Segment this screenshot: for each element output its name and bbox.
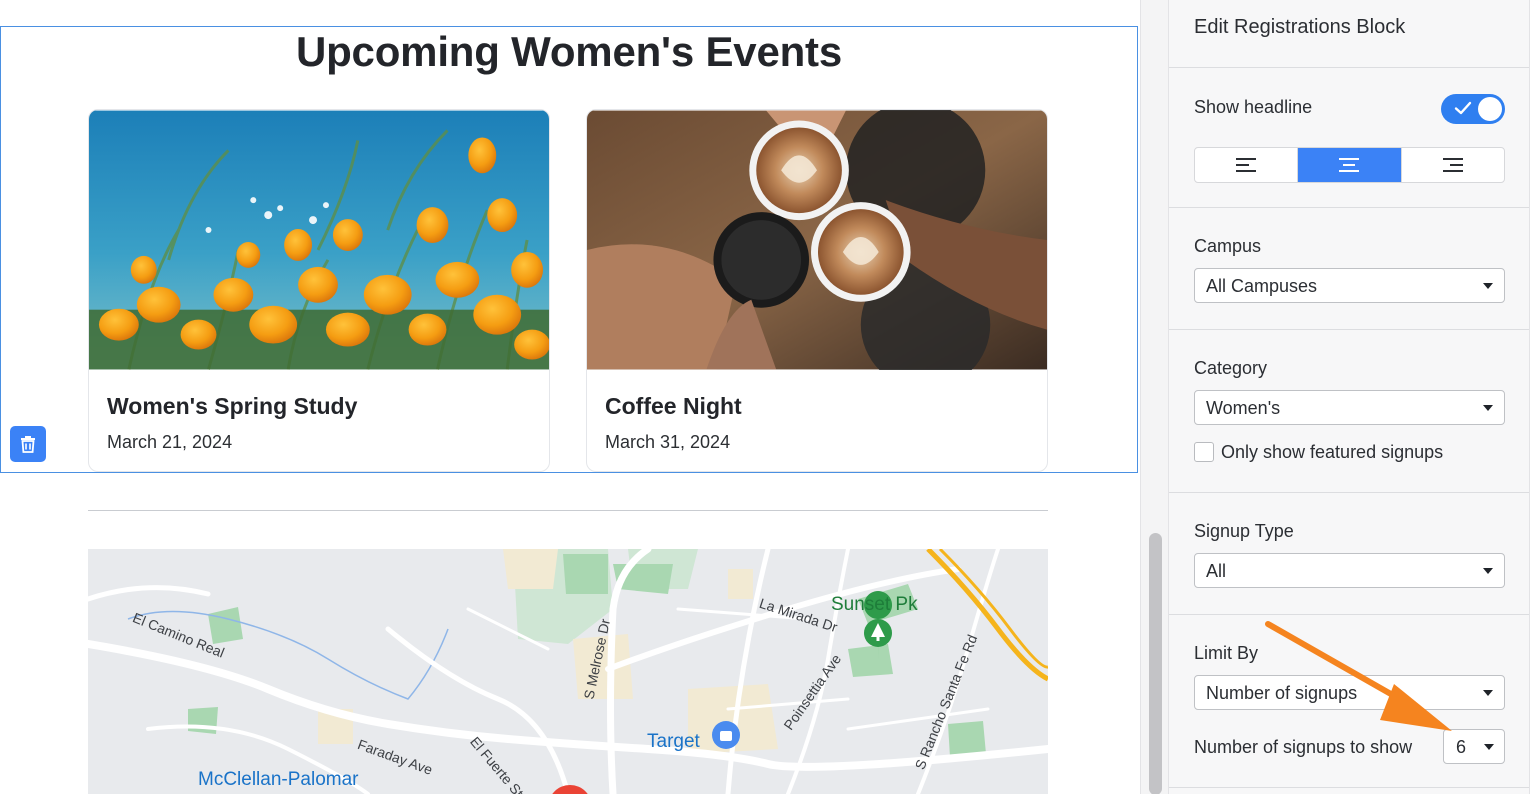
chevron-down-icon — [1483, 690, 1493, 696]
align-left-button[interactable] — [1195, 148, 1299, 182]
canvas-scrollbar[interactable] — [1140, 0, 1168, 794]
signup-type-label: Signup Type — [1194, 521, 1294, 541]
scrollbar-thumb[interactable] — [1149, 533, 1162, 794]
limit-by-select[interactable]: Number of signups — [1194, 675, 1505, 710]
page-canvas: Upcoming Women's Events Women's Spring S… — [0, 0, 1140, 794]
signup-type-value: All — [1206, 561, 1227, 581]
map-label-target: Target — [647, 731, 700, 752]
align-left-icon — [1236, 158, 1257, 172]
align-center-icon — [1339, 158, 1360, 172]
signups-to-show-select[interactable]: 6 — [1443, 729, 1505, 764]
panel-divider — [1169, 67, 1530, 68]
map-label-mcclellan-palomar: McClellan-Palomar — [198, 769, 359, 790]
category-value: Women's — [1206, 398, 1281, 418]
delete-block-button[interactable] — [10, 426, 46, 462]
block-headline: Upcoming Women's Events — [295, 28, 843, 75]
featured-only-label[interactable]: Only show featured signups — [1221, 442, 1443, 463]
signups-to-show-label: Number of signups to show — [1194, 737, 1413, 757]
campus-label: Campus — [1194, 236, 1262, 256]
chevron-down-icon — [1483, 405, 1493, 411]
signup-type-select[interactable]: All — [1194, 553, 1505, 588]
show-headline-toggle[interactable] — [1441, 94, 1505, 124]
toggle-knob — [1478, 97, 1502, 121]
event-title[interactable]: Coffee Night — [605, 393, 742, 420]
panel-divider — [1169, 492, 1530, 493]
event-title[interactable]: Women's Spring Study — [107, 393, 357, 420]
event-card[interactable]: Women's Spring Study March 21, 2024 — [88, 109, 550, 472]
event-image-poppies — [89, 110, 549, 370]
event-date: March 31, 2024 — [605, 432, 731, 452]
align-right-icon — [1442, 158, 1463, 172]
event-date: March 21, 2024 — [107, 432, 233, 452]
panel-title: Edit Registrations Block — [1194, 16, 1406, 38]
panel-divider — [1169, 329, 1530, 330]
featured-only-checkbox[interactable] — [1194, 442, 1214, 462]
chevron-down-icon — [1483, 283, 1493, 289]
chevron-down-icon — [1484, 744, 1494, 750]
align-right-button[interactable] — [1402, 148, 1504, 182]
limit-by-label: Limit By — [1194, 643, 1259, 663]
panel-divider — [1169, 787, 1530, 788]
event-card[interactable]: Coffee Night March 31, 2024 — [586, 109, 1048, 472]
panel-divider — [1169, 207, 1530, 208]
show-headline-label: Show headline — [1194, 97, 1313, 117]
signups-to-show-value: 6 — [1456, 737, 1467, 757]
checkmark-icon — [1454, 101, 1472, 115]
edit-panel: Edit Registrations Block Show headline C… — [1168, 0, 1530, 794]
campus-value: All Campuses — [1206, 276, 1318, 296]
campus-select[interactable]: All Campuses — [1194, 268, 1505, 303]
location-map[interactable]: El Camino Real S Melrose Dr La Mirada Dr… — [88, 549, 1048, 794]
align-center-button[interactable] — [1298, 148, 1402, 182]
event-image-coffee — [587, 110, 1047, 370]
panel-edge — [1529, 0, 1538, 794]
map-graphic — [88, 549, 1048, 794]
panel-divider — [1169, 614, 1530, 615]
category-select[interactable]: Women's — [1194, 390, 1505, 425]
content-divider — [88, 510, 1048, 511]
category-label: Category — [1194, 358, 1268, 378]
map-label-sunset-pk: Sunset Pk — [831, 594, 918, 615]
headline-alignment-group — [1194, 147, 1505, 183]
chevron-down-icon — [1483, 568, 1493, 574]
limit-by-value: Number of signups — [1206, 683, 1358, 703]
trash-icon — [21, 436, 35, 453]
